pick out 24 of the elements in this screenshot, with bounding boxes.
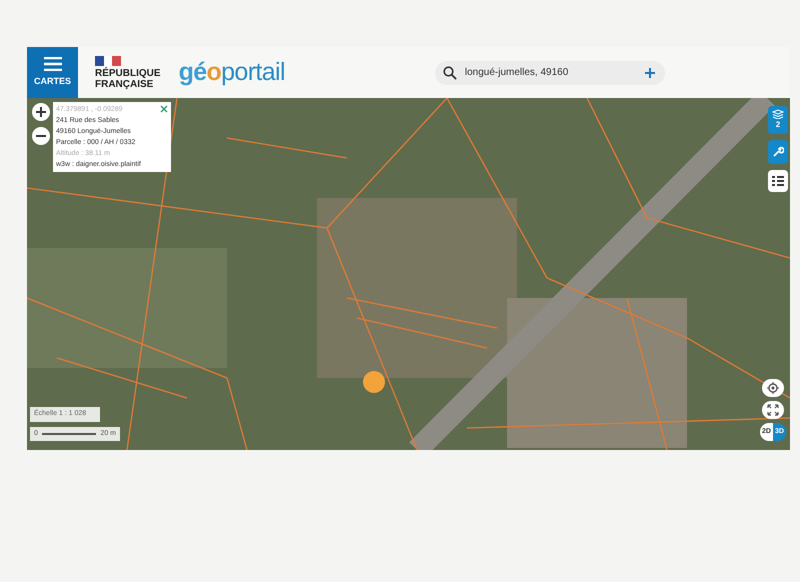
wrench-icon <box>772 146 784 158</box>
close-button[interactable] <box>160 105 168 113</box>
geoportail-logo: géoportail <box>178 60 285 85</box>
menu-button[interactable]: CARTES <box>27 47 78 98</box>
search-icon <box>442 66 457 80</box>
scale-line <box>42 432 96 435</box>
layers-icon <box>772 109 784 119</box>
flag-icon <box>95 56 121 66</box>
legend-icon <box>772 175 784 187</box>
republic-text: RÉPUBLIQUE <box>95 68 161 78</box>
menu-icon <box>44 56 62 71</box>
target-icon <box>767 382 779 394</box>
close-icon <box>160 105 168 113</box>
search-input[interactable]: longué-jumelles, 49160 <box>464 65 635 80</box>
layers-button[interactable]: 2 <box>768 106 788 134</box>
expand-icon <box>767 404 779 416</box>
plus-icon <box>36 107 46 117</box>
minus-icon <box>36 135 46 137</box>
republic-text: FRANÇAISE <box>95 78 154 90</box>
tools-button[interactable] <box>768 140 788 164</box>
legend-button[interactable] <box>768 170 788 192</box>
search-field[interactable]: longué-jumelles, 49160 <box>434 60 665 84</box>
add-button[interactable] <box>642 66 657 80</box>
plus-icon <box>644 68 655 78</box>
